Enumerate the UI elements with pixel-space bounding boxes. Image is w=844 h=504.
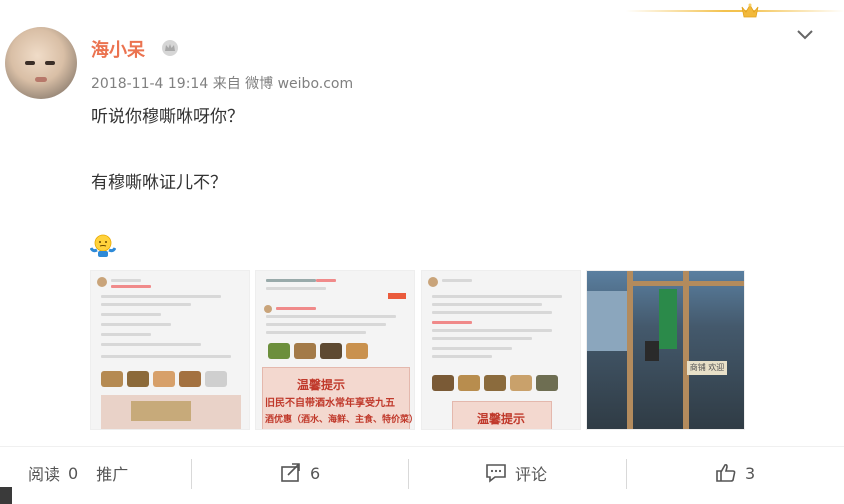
post-text: 听说你穆嘶咻呀你？ 有穆嘶咻证儿不？ bbox=[91, 102, 244, 198]
member-badge-icon[interactable] bbox=[160, 38, 180, 58]
page-edge-strip bbox=[0, 487, 12, 504]
comment-button[interactable]: 评论 bbox=[485, 447, 547, 499]
read-label: 阅读 bbox=[28, 465, 61, 484]
image-thumbnail-1[interactable] bbox=[90, 270, 250, 430]
action-bar: 阅读 0 推广 6 评论 3 bbox=[0, 447, 844, 504]
door-sign: 商铺 欢迎 bbox=[687, 361, 727, 375]
read-count-value: 0 bbox=[68, 463, 79, 483]
separator bbox=[626, 459, 627, 489]
avatar-mouth bbox=[35, 77, 47, 82]
read-count: 阅读 0 推广 bbox=[28, 447, 128, 499]
source-link[interactable]: 微博 weibo.com bbox=[245, 76, 353, 92]
image-thumbnail-2[interactable]: 温馨提示 旧民不自带酒水常年享受九五 酒优惠（酒水、海鲜、主食、特价菜） bbox=[255, 270, 415, 430]
like-count: 3 bbox=[745, 463, 756, 483]
comment-label: 评论 bbox=[515, 465, 548, 484]
post-line-1: 听说你穆嘶咻呀你？ bbox=[91, 107, 244, 127]
weibo-post-card: 海小呆 2018-11-4 19:14 来自 微博 weibo.com 听说你穆… bbox=[0, 0, 844, 504]
sign-title-2: 温馨提示 bbox=[297, 378, 346, 392]
forward-count: 6 bbox=[310, 463, 321, 483]
forward-button[interactable]: 6 bbox=[280, 447, 320, 499]
post-meta: 2018-11-4 19:14 来自 微博 weibo.com bbox=[91, 73, 353, 93]
sign-title-3: 温馨提示 bbox=[477, 412, 526, 426]
comment-icon bbox=[486, 464, 506, 483]
avatar[interactable] bbox=[5, 27, 77, 99]
sign-line-2a: 旧民不自带酒水常年享受九五 bbox=[265, 398, 395, 409]
avatar-eye-left bbox=[25, 61, 35, 65]
image-thumbnail-4[interactable]: 商铺 欢迎 bbox=[586, 270, 745, 430]
post-timestamp[interactable]: 2018-11-4 19:14 bbox=[91, 76, 208, 92]
separator bbox=[191, 459, 192, 489]
thumbs-up-icon bbox=[716, 463, 736, 482]
separator bbox=[408, 459, 409, 489]
avatar-eye-right bbox=[45, 61, 55, 65]
promote-button[interactable]: 推广 bbox=[96, 461, 128, 485]
source-prefix: 来自 bbox=[212, 76, 241, 92]
image-thumbnail-3[interactable]: 温馨提示 bbox=[421, 270, 581, 430]
shrug-emoji-icon bbox=[90, 234, 116, 257]
decorative-gold-line bbox=[626, 10, 844, 12]
chevron-down-icon[interactable] bbox=[795, 28, 815, 42]
like-button[interactable]: 3 bbox=[715, 447, 755, 499]
post-line-2: 有穆嘶咻证儿不？ bbox=[91, 173, 227, 193]
username-link[interactable]: 海小呆 bbox=[91, 36, 145, 62]
crown-icon bbox=[741, 3, 759, 18]
share-icon bbox=[281, 463, 300, 482]
sign-line-2b: 酒优惠（酒水、海鲜、主食、特价菜） bbox=[265, 415, 415, 425]
